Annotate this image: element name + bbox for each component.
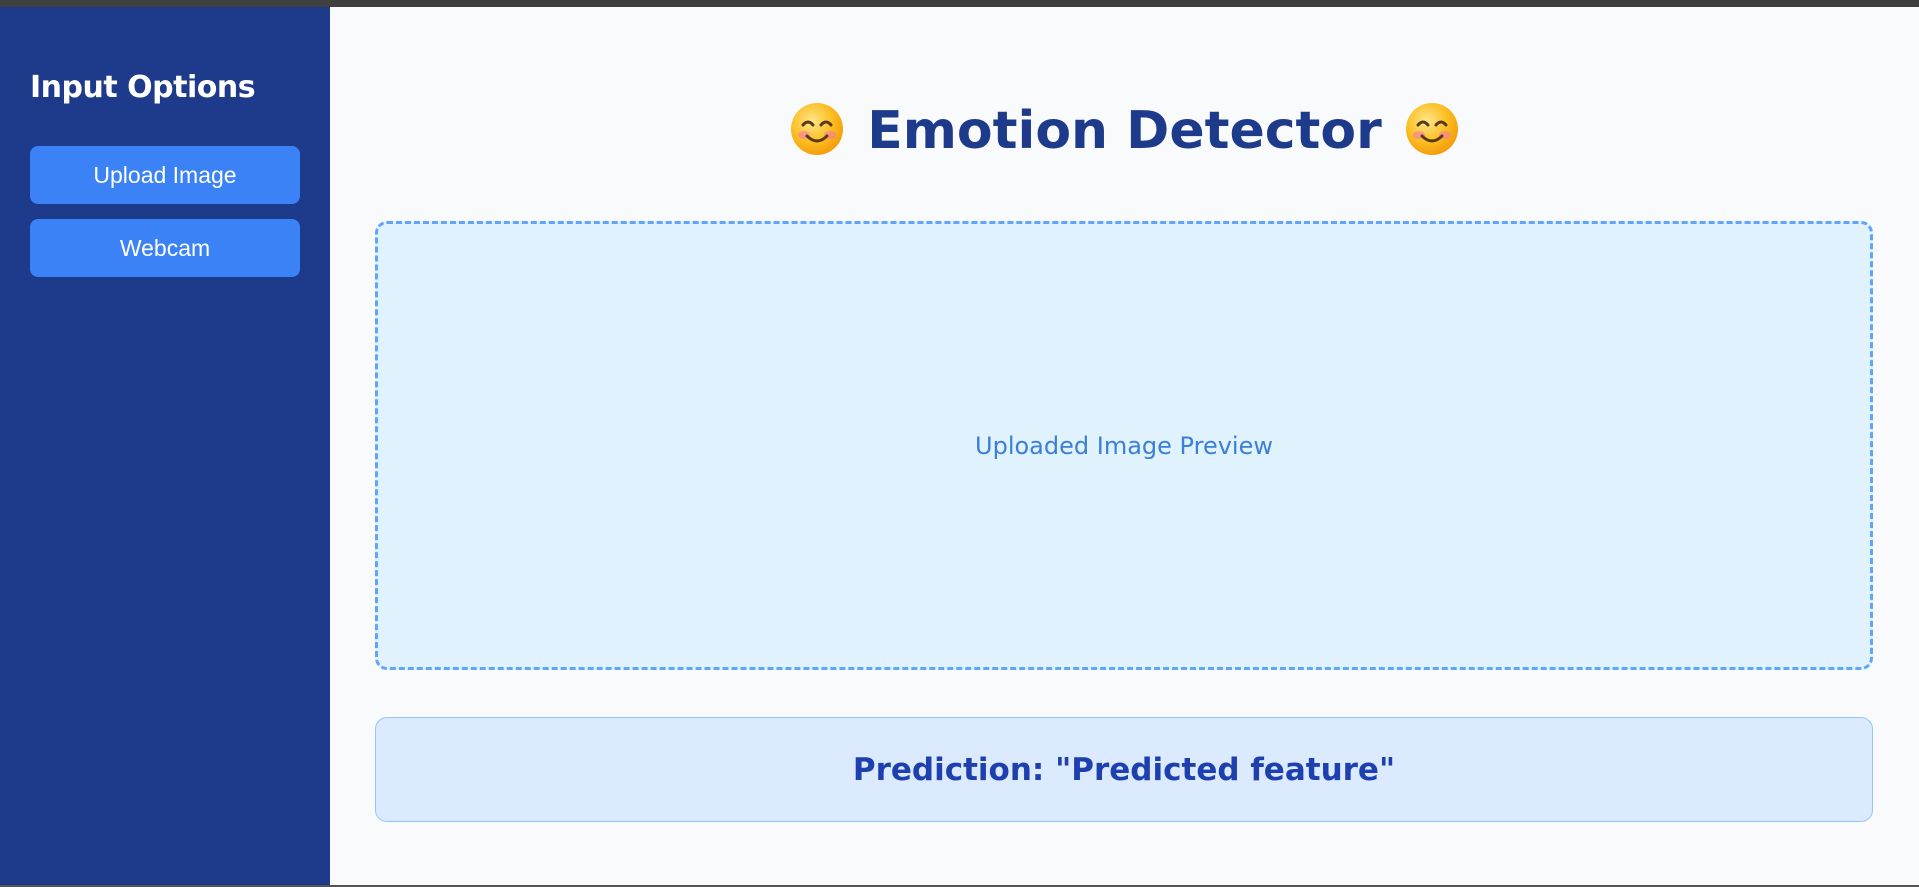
smiling-face-icon: [791, 103, 844, 155]
image-preview-dropzone[interactable]: Uploaded Image Preview: [375, 221, 1873, 670]
image-preview-placeholder: Uploaded Image Preview: [975, 431, 1273, 460]
upload-image-button[interactable]: Upload Image: [30, 146, 300, 204]
page-title: Emotion Detector: [330, 95, 1919, 167]
prediction-label: Prediction: "Predicted feature": [852, 751, 1396, 788]
main-content: Emotion Detector Uploaded Image Preview …: [330, 7, 1919, 885]
smiling-face-icon: [1405, 103, 1458, 155]
sidebar-title: Input Options: [30, 70, 256, 105]
page-title-text: Emotion Detector: [867, 101, 1382, 161]
sidebar: Input Options Upload Image Webcam: [0, 7, 330, 885]
webcam-button[interactable]: Webcam: [30, 219, 300, 277]
prediction-box: Prediction: "Predicted feature": [375, 717, 1873, 822]
window-top-bar: [0, 0, 1919, 7]
